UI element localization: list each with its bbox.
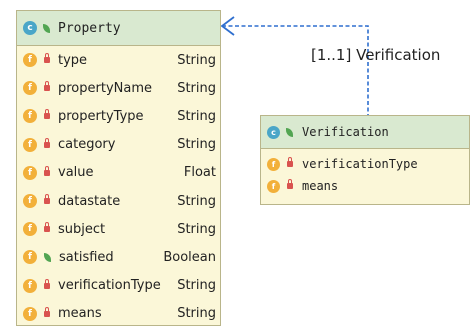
field-icon: f bbox=[267, 157, 280, 171]
lock-icon bbox=[44, 81, 50, 92]
field-type: String bbox=[177, 80, 216, 96]
class-icon: c bbox=[23, 21, 37, 35]
association-line bbox=[222, 25, 369, 116]
property-field-list: f type String f propertyName String f propertyT… bbox=[17, 46, 220, 328]
leaf-icon bbox=[43, 23, 50, 33]
field-name: type bbox=[58, 52, 88, 68]
field-type: String bbox=[177, 221, 216, 237]
field-name: means bbox=[302, 179, 339, 193]
field-row[interactable]: f means bbox=[261, 175, 469, 197]
class-name: Verification bbox=[302, 125, 389, 139]
field-row[interactable]: f means String bbox=[17, 300, 220, 328]
field-icon: f bbox=[23, 278, 37, 293]
leaf-icon bbox=[286, 127, 293, 137]
field-type: Boolean bbox=[163, 249, 216, 265]
field-name: propertyType bbox=[58, 108, 144, 124]
field-row[interactable]: f verificationType bbox=[261, 153, 469, 175]
field-icon: f bbox=[23, 109, 37, 124]
field-name: propertyName bbox=[58, 80, 153, 96]
field-icon: f bbox=[267, 179, 280, 193]
field-name: datastate bbox=[58, 193, 121, 209]
leaf-icon bbox=[44, 252, 51, 262]
lock-icon bbox=[287, 157, 293, 167]
field-name: verificationType bbox=[58, 278, 161, 294]
lock-icon bbox=[44, 53, 50, 64]
field-type: String bbox=[177, 193, 216, 209]
field-type: String bbox=[177, 52, 216, 68]
field-type: String bbox=[177, 108, 216, 124]
lock-icon bbox=[44, 194, 50, 205]
lock-icon bbox=[44, 278, 50, 289]
field-icon: f bbox=[23, 81, 37, 96]
field-type: Float bbox=[183, 165, 216, 181]
lock-icon bbox=[44, 137, 50, 148]
field-type: String bbox=[177, 137, 216, 153]
property-class-box[interactable]: c Property f type String f propertyName Strin… bbox=[16, 10, 221, 326]
field-row[interactable]: f propertyType String bbox=[17, 102, 220, 130]
field-icon: f bbox=[23, 165, 37, 180]
lock-icon bbox=[44, 306, 50, 317]
class-name: Property bbox=[58, 20, 121, 36]
field-icon: f bbox=[23, 306, 37, 321]
property-class-header[interactable]: c Property bbox=[17, 11, 220, 46]
association-label: [1..1] Verification bbox=[311, 46, 441, 64]
lock-icon bbox=[287, 179, 293, 189]
field-name: verificationType bbox=[302, 157, 418, 171]
field-name: subject bbox=[58, 221, 106, 237]
field-type: String bbox=[177, 278, 216, 294]
field-row[interactable]: f datastate String bbox=[17, 187, 220, 215]
field-icon: f bbox=[23, 250, 37, 265]
field-row[interactable]: f satisfied Boolean bbox=[17, 243, 220, 271]
field-row[interactable]: f category String bbox=[17, 131, 220, 159]
lock-icon bbox=[44, 109, 50, 120]
verification-field-list: f verificationType f means bbox=[261, 149, 469, 197]
field-icon: f bbox=[23, 194, 37, 209]
verification-class-box[interactable]: c Verification f verificationType f means bbox=[260, 115, 470, 205]
field-row[interactable]: f verificationType String bbox=[17, 272, 220, 300]
field-name: satisfied bbox=[59, 249, 114, 265]
class-icon: c bbox=[267, 125, 280, 139]
field-row[interactable]: f type String bbox=[17, 46, 220, 74]
field-row[interactable]: f value Float bbox=[17, 159, 220, 187]
lock-icon bbox=[44, 222, 50, 233]
field-row[interactable]: f propertyName String bbox=[17, 74, 220, 102]
lock-icon bbox=[44, 165, 50, 176]
field-icon: f bbox=[23, 222, 37, 237]
field-icon: f bbox=[23, 53, 37, 68]
field-name: value bbox=[58, 165, 94, 181]
field-icon: f bbox=[23, 137, 37, 152]
field-row[interactable]: f subject String bbox=[17, 215, 220, 243]
verification-class-header[interactable]: c Verification bbox=[261, 116, 469, 149]
field-name: means bbox=[58, 306, 102, 322]
field-name: category bbox=[58, 137, 116, 153]
field-type: String bbox=[177, 306, 216, 322]
